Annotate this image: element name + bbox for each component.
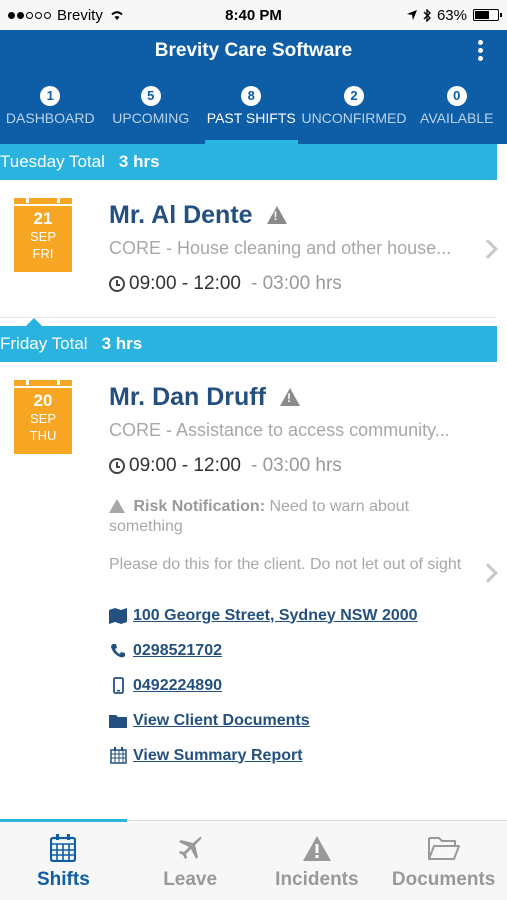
app-title: Brevity Care Software xyxy=(154,40,353,61)
phone-link[interactable]: 0298521702 xyxy=(133,642,222,660)
nav-label: Documents xyxy=(391,869,496,890)
shift-day: 20 xyxy=(33,391,53,410)
shift-time-row: 09:00 - 12:00 - 03:00 hrs xyxy=(109,455,487,477)
calendar-date-icon: 20 SEP THU xyxy=(14,377,72,454)
clock-icon xyxy=(109,458,125,474)
shift-time: 09:00 - 12:00 xyxy=(129,273,241,294)
plane-icon xyxy=(127,833,254,863)
tab-bar: 1 DASHBOARD 5 UPCOMING 8 PAST SHIFTS 2 U… xyxy=(0,74,507,144)
client-name-text: Mr. Dan Druff xyxy=(109,382,266,411)
warning-icon xyxy=(279,388,300,406)
day-total-hours: 3 hrs xyxy=(101,334,143,353)
shift-card[interactable]: 21 SEP FRI Mr. Al Dente CORE - House cle… xyxy=(0,180,498,318)
tab-dashboard[interactable]: 1 DASHBOARD xyxy=(0,74,101,144)
folder-icon xyxy=(109,714,127,728)
tab-label: PAST SHIFTS xyxy=(206,110,296,126)
shift-day: 21 xyxy=(33,209,53,228)
tab-label: AVAILABLE xyxy=(420,110,494,126)
risk-warning-icon xyxy=(109,499,125,513)
status-left: Brevity xyxy=(8,7,125,24)
shift-time-row: 09:00 - 12:00 - 03:00 hrs xyxy=(109,273,487,295)
warning-icon xyxy=(266,206,287,224)
shift-month: SEP xyxy=(29,229,56,244)
wifi-icon xyxy=(111,11,123,20)
shift-duration: - 03:00 hrs xyxy=(250,455,342,476)
status-bar: Brevity 8:40 PM 63% xyxy=(0,0,507,30)
calendar-icon xyxy=(0,833,127,863)
address-link[interactable]: 100 George Street, Sydney NSW 2000 xyxy=(133,607,418,625)
bottom-nav: Shifts Leave Incidents Documents xyxy=(0,819,507,900)
shift-duration: - 03:00 hrs xyxy=(250,273,342,294)
location-arrow-icon xyxy=(406,10,417,20)
shift-weekday: THU xyxy=(29,428,57,443)
tab-past-shifts[interactable]: 8 PAST SHIFTS xyxy=(201,74,302,144)
service-description: CORE - Assistance to access community... xyxy=(109,420,450,440)
more-options-icon[interactable] xyxy=(478,40,483,61)
tab-label: DASHBOARD xyxy=(5,110,95,126)
battery-icon xyxy=(473,9,502,21)
clock-icon xyxy=(109,276,125,292)
map-icon xyxy=(109,607,127,624)
tab-count-badge: 0 xyxy=(446,86,467,106)
nav-leave[interactable]: Leave xyxy=(127,821,254,900)
shift-details: Mr. Dan Druff CORE - Assistance to acces… xyxy=(109,380,487,766)
service-description: CORE - House cleaning and other house... xyxy=(109,238,452,258)
risk-label: Risk Notification: xyxy=(133,498,266,515)
nav-label: Incidents xyxy=(275,869,359,890)
warning-icon xyxy=(254,833,381,863)
day-total-label: Friday Total xyxy=(0,334,88,353)
mobile-icon xyxy=(109,677,127,694)
status-right: 63% xyxy=(406,6,502,24)
documents-row: View Client Documents xyxy=(109,710,487,731)
calendar-icon xyxy=(109,747,127,764)
phone-icon xyxy=(109,643,127,659)
tab-count-badge: 8 xyxy=(241,86,262,106)
address-row: 100 George Street, Sydney NSW 2000 xyxy=(109,605,487,626)
bluetooth-icon xyxy=(423,8,431,22)
shift-list: Tuesday Total 3 hrs 21 SEP FRI Mr. Al Den… xyxy=(0,144,507,820)
client-name: Mr. Dan Druff xyxy=(109,380,487,414)
calendar-date-icon: 21 SEP FRI xyxy=(14,195,72,272)
phone-row: 0298521702 xyxy=(109,640,487,661)
tab-available[interactable]: 0 AVAILABLE xyxy=(407,74,507,144)
tab-upcoming[interactable]: 5 UPCOMING xyxy=(101,74,202,144)
tab-count-badge: 5 xyxy=(140,86,161,106)
tab-unconfirmed[interactable]: 2 UNCONFIRMED xyxy=(302,74,407,144)
nav-shifts[interactable]: Shifts xyxy=(0,821,127,900)
nav-label: Leave xyxy=(163,869,218,890)
app-header: Brevity Care Software 1 DASHBOARD 5 UPCO… xyxy=(0,30,507,144)
day-total-bar: Friday Total 3 hrs xyxy=(0,318,497,362)
mobile-row: 0492224890 xyxy=(109,675,487,696)
day-total-hours: 3 hrs xyxy=(118,152,160,171)
shift-note: Please do this for the client. Do not le… xyxy=(109,556,462,573)
signal-icon xyxy=(8,11,51,19)
shift-weekday: FRI xyxy=(32,246,54,261)
client-documents-link[interactable]: View Client Documents xyxy=(133,712,310,730)
tab-count-badge: 1 xyxy=(40,86,61,106)
mobile-link[interactable]: 0492224890 xyxy=(133,677,222,695)
report-row: View Summary Report xyxy=(109,745,487,766)
tab-label: UNCONFIRMED xyxy=(301,110,407,126)
nav-label: Shifts xyxy=(36,869,90,890)
shift-time: 09:00 - 12:00 xyxy=(129,455,241,476)
client-name: Mr. Al Dente xyxy=(109,198,487,232)
tab-count-badge: 2 xyxy=(344,86,364,106)
summary-report-link[interactable]: View Summary Report xyxy=(133,747,303,765)
shift-details: Mr. Al Dente CORE - House cleaning and o… xyxy=(109,198,487,295)
folder-icon xyxy=(380,833,507,863)
nav-incidents[interactable]: Incidents xyxy=(254,821,381,900)
nav-documents[interactable]: Documents xyxy=(380,821,507,900)
client-name-text: Mr. Al Dente xyxy=(109,200,253,229)
tab-label: UPCOMING xyxy=(112,110,190,126)
carrier-name: Brevity xyxy=(57,6,103,24)
day-total-bar: Tuesday Total 3 hrs xyxy=(0,144,497,180)
risk-notification: Risk Notification: Need to warn about so… xyxy=(109,497,487,537)
battery-percent: 63% xyxy=(436,6,467,24)
shift-month: SEP xyxy=(29,411,56,426)
shift-card[interactable]: 20 SEP THU Mr. Dan Druff CORE - Assistan… xyxy=(0,362,498,820)
day-total-label: Tuesday Total xyxy=(0,152,105,171)
